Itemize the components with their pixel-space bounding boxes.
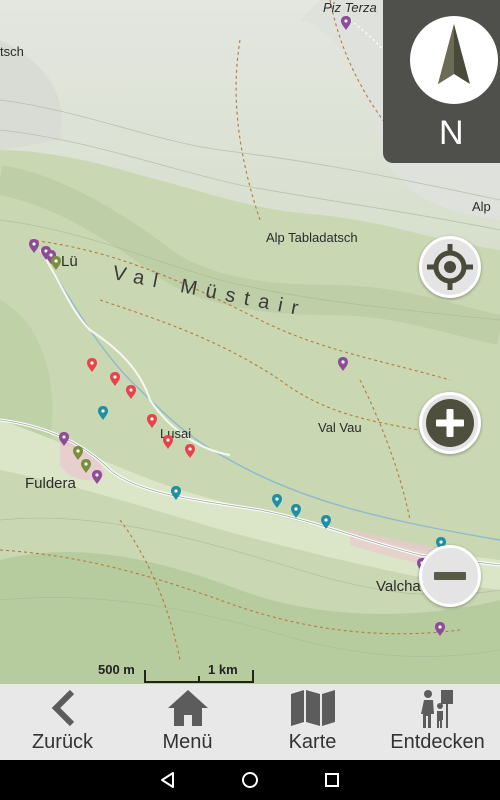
- home-circle-icon[interactable]: [240, 770, 260, 790]
- zoom-in-button[interactable]: [419, 392, 481, 454]
- marker-olive[interactable]: [51, 256, 91, 473]
- zoom-out-button[interactable]: [419, 545, 481, 607]
- map-icon: [290, 690, 335, 726]
- compass-letter: N: [439, 114, 464, 152]
- crosshair-icon: [427, 244, 473, 290]
- nav-map[interactable]: Karte: [250, 684, 375, 760]
- nav-discover-label: Entdecken: [390, 731, 485, 753]
- back-icon[interactable]: [158, 770, 178, 790]
- scale-bar: 500 m 1 km: [98, 662, 308, 684]
- compass-button[interactable]: N: [383, 0, 500, 163]
- home-icon: [167, 690, 208, 726]
- chevron-left-icon: [51, 689, 74, 727]
- map-view[interactable]: Piz Terza tsch Lü Alp Tabladatsch Alp Va…: [0, 0, 500, 684]
- scale-ruler: [144, 670, 254, 683]
- north-arrow-icon: [438, 24, 470, 84]
- marker-teal[interactable]: [98, 406, 446, 551]
- nav-discover[interactable]: Entdecken: [375, 684, 500, 760]
- nav-menu[interactable]: Menü: [125, 684, 250, 760]
- nav-map-label: Karte: [288, 731, 337, 753]
- compass-dial: [410, 16, 498, 104]
- hikers-icon: [420, 690, 453, 728]
- locate-button[interactable]: [419, 236, 481, 298]
- nav-back-label: Zurück: [31, 731, 94, 753]
- nav-back[interactable]: Zurück: [0, 684, 125, 760]
- minus-icon: [426, 552, 474, 600]
- bottom-navigation: Zurück Menü Karte Entdecken: [0, 684, 500, 760]
- plus-icon: [426, 399, 474, 447]
- system-navigation-bar: [0, 760, 500, 800]
- nav-menu-label: Menü: [162, 731, 213, 753]
- recents-icon[interactable]: [322, 770, 342, 790]
